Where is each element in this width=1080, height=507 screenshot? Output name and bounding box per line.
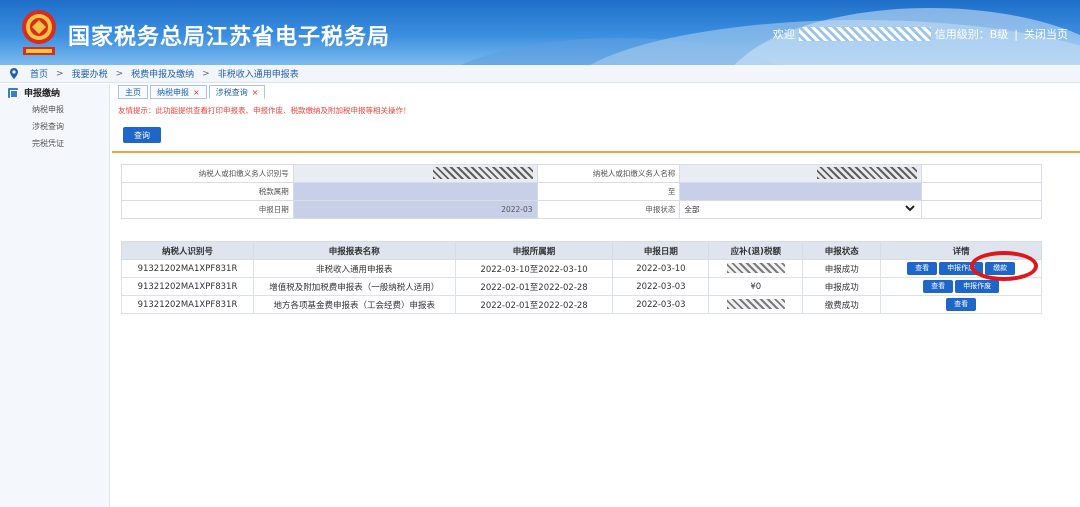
taxpayer-id-label: 纳税人或扣缴义务人识别号 <box>121 164 294 183</box>
period-to-label: 至 <box>536 182 681 201</box>
taxpayer-id-field <box>292 164 538 183</box>
cell-date: 2022-03-03 <box>612 277 710 296</box>
table-row: 91321202MA1XPF831R 非税收入通用申报表 2022-03-10至… <box>121 259 1042 278</box>
view-button[interactable]: 查看 <box>907 262 938 275</box>
query-button[interactable]: 查询 <box>123 127 161 143</box>
status-label: 申报状态 <box>536 200 681 219</box>
breadcrumb-declare[interactable]: 税费申报及缴纳 <box>131 67 194 80</box>
cell-amount <box>708 295 804 314</box>
divider <box>112 151 1080 153</box>
tab-bar: 主页 纳税申报 × 涉税查询 × <box>118 85 266 99</box>
cell-status: 缴费成功 <box>802 295 882 314</box>
cell-actions: 查看 申报作废 <box>880 277 1042 296</box>
cell-amount: ¥0 <box>708 277 804 296</box>
cell-period: 2022-02-01至2022-02-28 <box>454 295 614 314</box>
cell-actions: 查看 <box>880 295 1042 314</box>
sidebar-section-declare[interactable]: 申报缴纳 <box>0 84 109 101</box>
sidebar-item-tax-certificate[interactable]: 完税凭证 <box>0 135 109 152</box>
breadcrumb-sep: > <box>115 68 124 79</box>
credit-level: 信用级别：B级 <box>934 28 1009 41</box>
tab-tax-declare[interactable]: 纳税申报 × <box>150 85 207 99</box>
col-header-amount: 应补(退)税额 <box>708 241 804 260</box>
masked-amount <box>726 263 785 274</box>
col-header-taxpayer-id: 纳税人识别号 <box>121 241 254 260</box>
cell-taxpayer-id: 91321202MA1XPF831R <box>121 277 254 296</box>
cell-period: 2022-03-10至2022-03-10 <box>454 259 614 278</box>
cell-report-name: 增值税及附加税费申报表（一般纳税人适用） <box>252 277 456 296</box>
tax-emblem-icon <box>22 10 56 55</box>
welcome-text: 欢迎 <box>772 28 795 41</box>
cell-amount <box>708 259 804 278</box>
breadcrumb-tax[interactable]: 我要办税 <box>72 67 108 80</box>
empty-cell <box>921 200 1042 219</box>
query-form: 纳税人或扣缴义务人识别号 纳税人或扣缴义务人名称 税款属期 至 申报日期 202… <box>121 164 1042 219</box>
results-header-row: 纳税人识别号 申报报表名称 申报所属期 申报日期 应补(退)税额 申报状态 详情 <box>121 241 1042 260</box>
declare-date-label: 申报日期 <box>121 200 294 219</box>
tab-label: 纳税申报 <box>157 87 189 97</box>
status-select-cell: 全部 <box>679 200 923 219</box>
close-icon[interactable]: × <box>193 88 200 97</box>
taxpayer-name-label: 纳税人或扣缴义务人名称 <box>536 164 681 183</box>
notice-text: 友情提示：此功能提供查看打印申报表、申报作废、税款缴纳及附加税申报等相关操作！ <box>118 106 411 115</box>
close-icon[interactable]: × <box>252 88 259 97</box>
period-start-input[interactable] <box>292 182 538 201</box>
period-label: 税款属期 <box>121 182 294 201</box>
tab-tax-query[interactable]: 涉税查询 × <box>208 85 266 99</box>
breadcrumb-sep: > <box>56 68 64 79</box>
cell-date: 2022-03-03 <box>612 295 710 314</box>
cell-date: 2022-03-10 <box>612 259 710 278</box>
view-button[interactable]: 查看 <box>923 280 954 293</box>
results-table: 纳税人识别号 申报报表名称 申报所属期 申报日期 应补(退)税额 申报状态 详情… <box>121 241 1042 314</box>
masked-amount <box>726 299 785 310</box>
masked-taxpayer-name <box>817 166 918 179</box>
table-row: 91321202MA1XPF831R 增值税及附加税费申报表（一般纳税人适用） … <box>121 277 1042 296</box>
site-title: 国家税务总局江苏省电子税务局 <box>68 25 391 50</box>
breadcrumb-sep: > <box>202 68 210 79</box>
breadcrumb-current[interactable]: 非税收入通用申报表 <box>218 67 299 80</box>
tab-label: 涉税查询 <box>215 87 248 97</box>
table-row: 91321202MA1XPF831R 地方各项基金费申报表（工会经费）申报表 2… <box>121 295 1042 314</box>
sidebar: 申报缴纳 纳税申报 涉税查询 完税凭证 <box>0 84 110 507</box>
empty-cell <box>921 182 1042 201</box>
sidebar-section-label: 申报缴纳 <box>24 89 61 99</box>
close-page-link[interactable]: 关闭当页 <box>1024 26 1068 42</box>
cell-taxpayer-id: 91321202MA1XPF831R <box>121 295 254 314</box>
header-separator: | <box>1014 27 1018 41</box>
tab-label: 主页 <box>125 87 141 97</box>
highlight-circle <box>970 251 1038 281</box>
site-header: 国家税务总局江苏省电子税务局 欢迎 信用级别：B级 | 关闭当页 <box>0 0 1080 65</box>
col-header-period: 申报所属期 <box>454 241 614 260</box>
location-pin-icon <box>10 68 18 79</box>
cell-taxpayer-id: 91321202MA1XPF831R <box>121 259 254 278</box>
breadcrumb: 首页 > 我要办税 > 税费申报及缴纳 > 非税收入通用申报表 <box>0 65 1080 83</box>
view-button[interactable]: 查看 <box>946 298 977 311</box>
breadcrumb-home[interactable]: 首页 <box>30 67 48 80</box>
tab-home[interactable]: 主页 <box>118 85 148 99</box>
col-header-report-name: 申报报表名称 <box>252 241 456 260</box>
sidebar-item-tax-query[interactable]: 涉税查询 <box>0 118 109 135</box>
col-header-date: 申报日期 <box>612 241 710 260</box>
app-root: 国家税务总局江苏省电子税务局 欢迎 信用级别：B级 | 关闭当页 首页 > 我要… <box>0 0 1080 507</box>
status-select[interactable]: 全部 <box>684 202 918 217</box>
col-header-status: 申报状态 <box>802 241 882 260</box>
empty-cell <box>921 164 1042 183</box>
cell-status: 申报成功 <box>802 259 882 278</box>
period-end-input[interactable] <box>679 182 923 201</box>
cell-report-name: 地方各项基金费申报表（工会经费）申报表 <box>252 295 456 314</box>
masked-taxpayer-id <box>432 166 533 179</box>
menu-square-icon <box>8 87 18 98</box>
cell-period: 2022-02-01至2022-02-28 <box>454 277 614 296</box>
cell-status: 申报成功 <box>802 277 882 296</box>
header-user-area: 欢迎 信用级别：B级 | 关闭当页 <box>773 26 1068 42</box>
masked-username <box>798 27 931 41</box>
taxpayer-name-field <box>679 164 923 183</box>
declare-date-input[interactable]: 2022-03 <box>292 200 538 219</box>
void-declaration-button[interactable]: 申报作废 <box>955 280 1000 293</box>
sidebar-item-tax-declare[interactable]: 纳税申报 <box>0 101 109 118</box>
cell-report-name: 非税收入通用申报表 <box>252 259 456 278</box>
